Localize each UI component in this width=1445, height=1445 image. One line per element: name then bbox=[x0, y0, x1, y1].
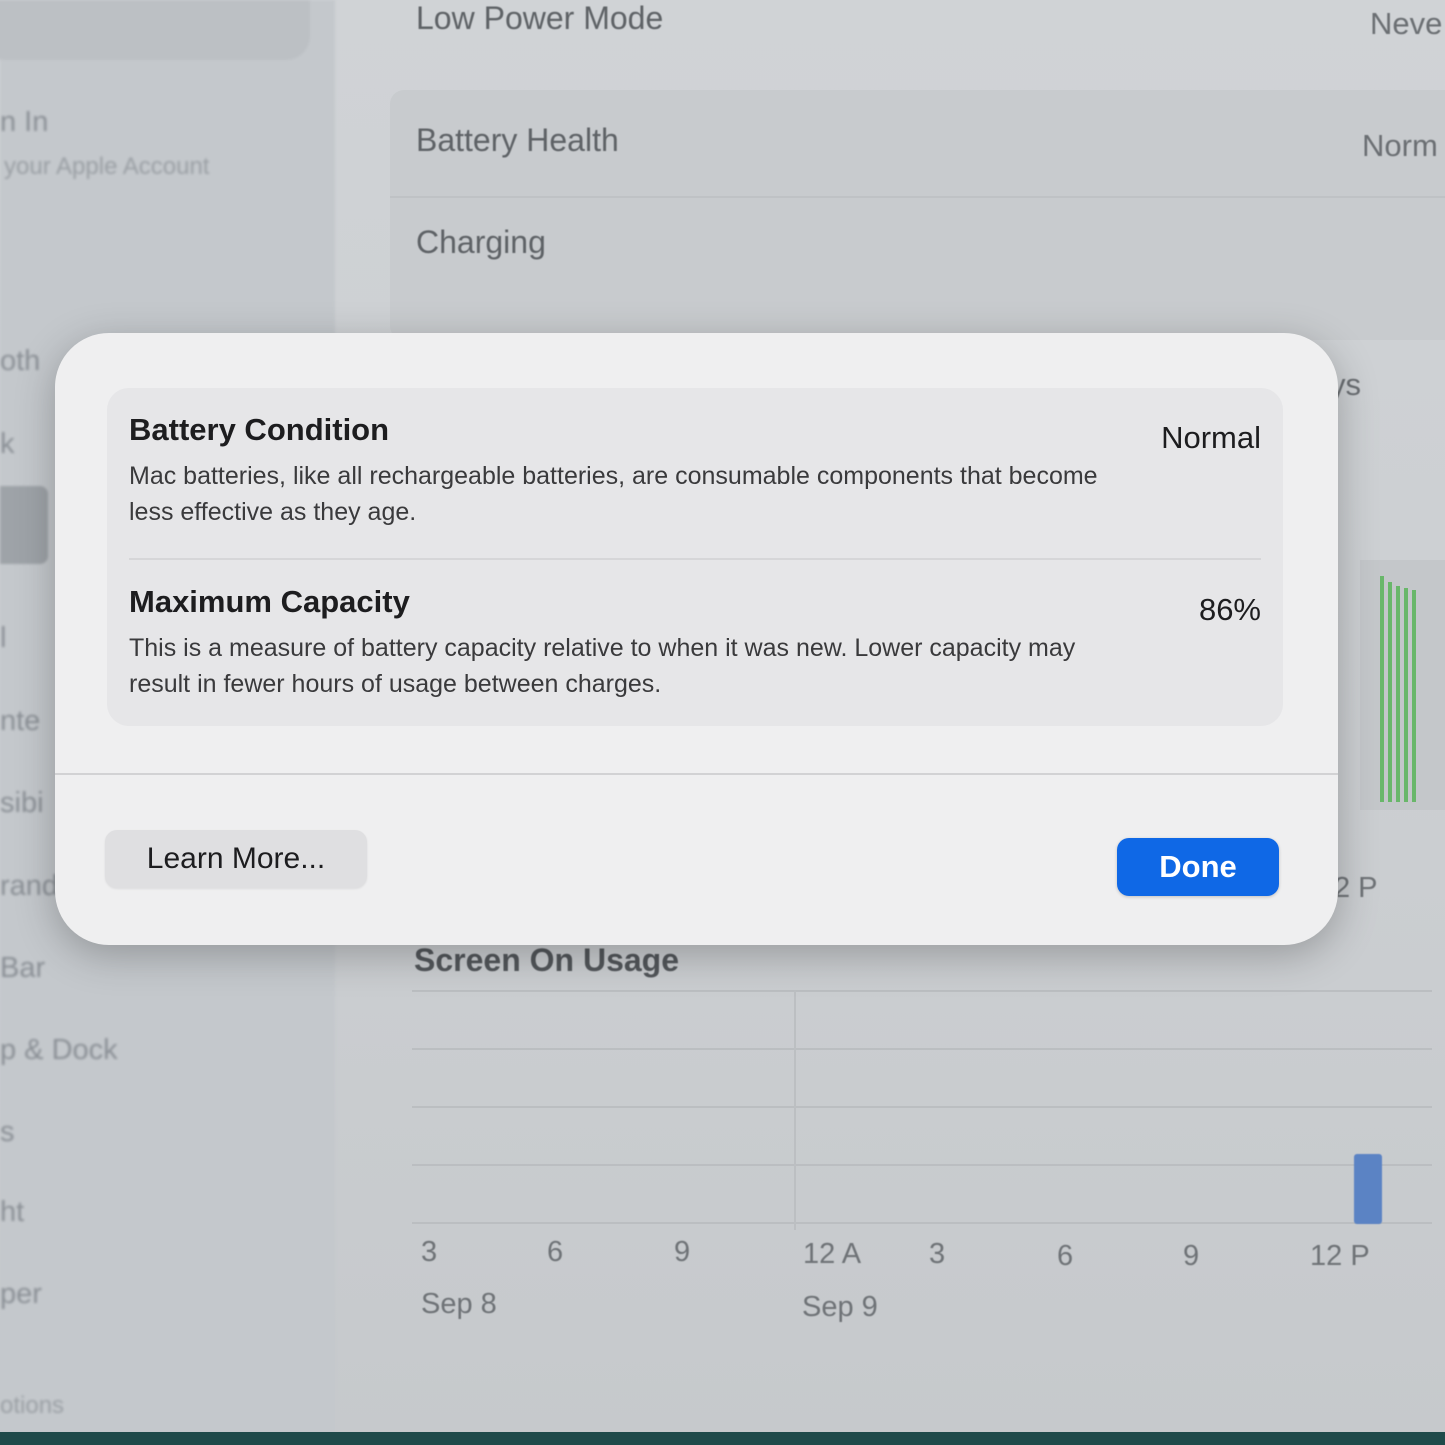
learn-more-button[interactable]: Learn More... bbox=[105, 830, 367, 888]
charging-row[interactable]: Charging bbox=[416, 224, 546, 261]
x-tick-label: 6 bbox=[547, 1236, 564, 1268]
sidebar-item-notifications[interactable]: otions bbox=[0, 1392, 64, 1420]
battery-level-chart bbox=[1360, 560, 1445, 810]
sidebar-item-bluetooth[interactable]: oth bbox=[0, 345, 40, 378]
chart-day-divider bbox=[794, 990, 796, 1230]
x-tick-label: 12 A bbox=[803, 1238, 862, 1270]
battery-level-bar bbox=[1396, 586, 1400, 802]
battery-level-bar bbox=[1404, 588, 1408, 802]
sidebar-item-displays[interactable]: s bbox=[0, 1116, 15, 1149]
chart-gridline bbox=[412, 1048, 1432, 1050]
battery-level-bar bbox=[1388, 582, 1392, 802]
chart-gridline bbox=[412, 990, 1432, 992]
chart-baseline bbox=[412, 1222, 1432, 1224]
sidebar-item-menu-bar[interactable]: Bar bbox=[0, 952, 45, 985]
card-divider bbox=[129, 558, 1261, 560]
sidebar-search-field[interactable] bbox=[0, 0, 310, 60]
x-tick-label: 9 bbox=[674, 1236, 691, 1268]
done-button[interactable]: Done bbox=[1117, 838, 1279, 896]
sidebar-item-wallpaper[interactable]: per bbox=[0, 1278, 42, 1311]
screen-on-usage-chart bbox=[412, 990, 1432, 1230]
chart-gridline bbox=[412, 1164, 1432, 1166]
sidebar-item-desktop-dock[interactable]: p & Dock bbox=[0, 1034, 118, 1067]
sidebar-item-network[interactable]: k bbox=[0, 428, 15, 461]
x-tick-label: 12 P bbox=[1310, 1240, 1370, 1272]
date-label: Sep 8 bbox=[421, 1288, 497, 1320]
usage-bar bbox=[1354, 1154, 1382, 1224]
sidebar-item-appearance[interactable]: nte bbox=[0, 705, 40, 738]
battery-condition-description: Mac batteries, like all rechargeable bat… bbox=[129, 462, 1098, 526]
battery-condition-value: Normal bbox=[1161, 420, 1261, 455]
date-label: Sep 9 bbox=[802, 1291, 878, 1323]
battery-chart-tick-label: 2 P bbox=[1334, 872, 1378, 904]
chart-gridline bbox=[412, 1106, 1432, 1108]
sidebar-item-general[interactable]: l bbox=[0, 622, 6, 655]
sidebar-item-battery-selected[interactable] bbox=[0, 486, 48, 564]
battery-condition-title: Battery Condition bbox=[129, 412, 390, 447]
maximum-capacity-title: Maximum Capacity bbox=[129, 584, 410, 619]
battery-health-dialog: Battery Condition Mac batteries, like al… bbox=[55, 333, 1338, 945]
battery-health-value: Norm bbox=[1362, 128, 1438, 163]
dock-edge bbox=[0, 1432, 1445, 1445]
sidebar-item-control-center[interactable]: rand bbox=[0, 870, 58, 903]
battery-level-bar bbox=[1412, 590, 1416, 802]
sidebar-item-spotlight[interactable]: ht bbox=[0, 1196, 24, 1229]
x-tick-label: 9 bbox=[1183, 1240, 1200, 1272]
dialog-footer-divider bbox=[55, 773, 1338, 775]
maximum-capacity-value: 86% bbox=[1198, 592, 1261, 627]
sidebar-sign-in[interactable]: n In bbox=[0, 106, 48, 139]
maximum-capacity-description: This is a measure of battery capacity re… bbox=[129, 634, 1076, 698]
x-tick-label: 3 bbox=[421, 1236, 438, 1268]
sidebar-sign-in-subtitle: your Apple Account bbox=[4, 153, 210, 180]
low-power-mode-label: Low Power Mode bbox=[416, 0, 664, 36]
battery-info-card: Battery Condition Mac batteries, like al… bbox=[107, 388, 1283, 726]
screen-on-usage-title: Screen On Usage bbox=[414, 942, 679, 978]
battery-health-row[interactable]: Battery Health bbox=[416, 122, 619, 159]
sidebar-item-accessibility[interactable]: sibi bbox=[0, 787, 44, 820]
low-power-mode-value[interactable]: Neve bbox=[1370, 6, 1442, 42]
battery-level-bar bbox=[1380, 576, 1384, 802]
x-tick-label: 3 bbox=[929, 1238, 946, 1270]
row-divider bbox=[390, 196, 1445, 198]
x-tick-label: 6 bbox=[1057, 1240, 1074, 1272]
